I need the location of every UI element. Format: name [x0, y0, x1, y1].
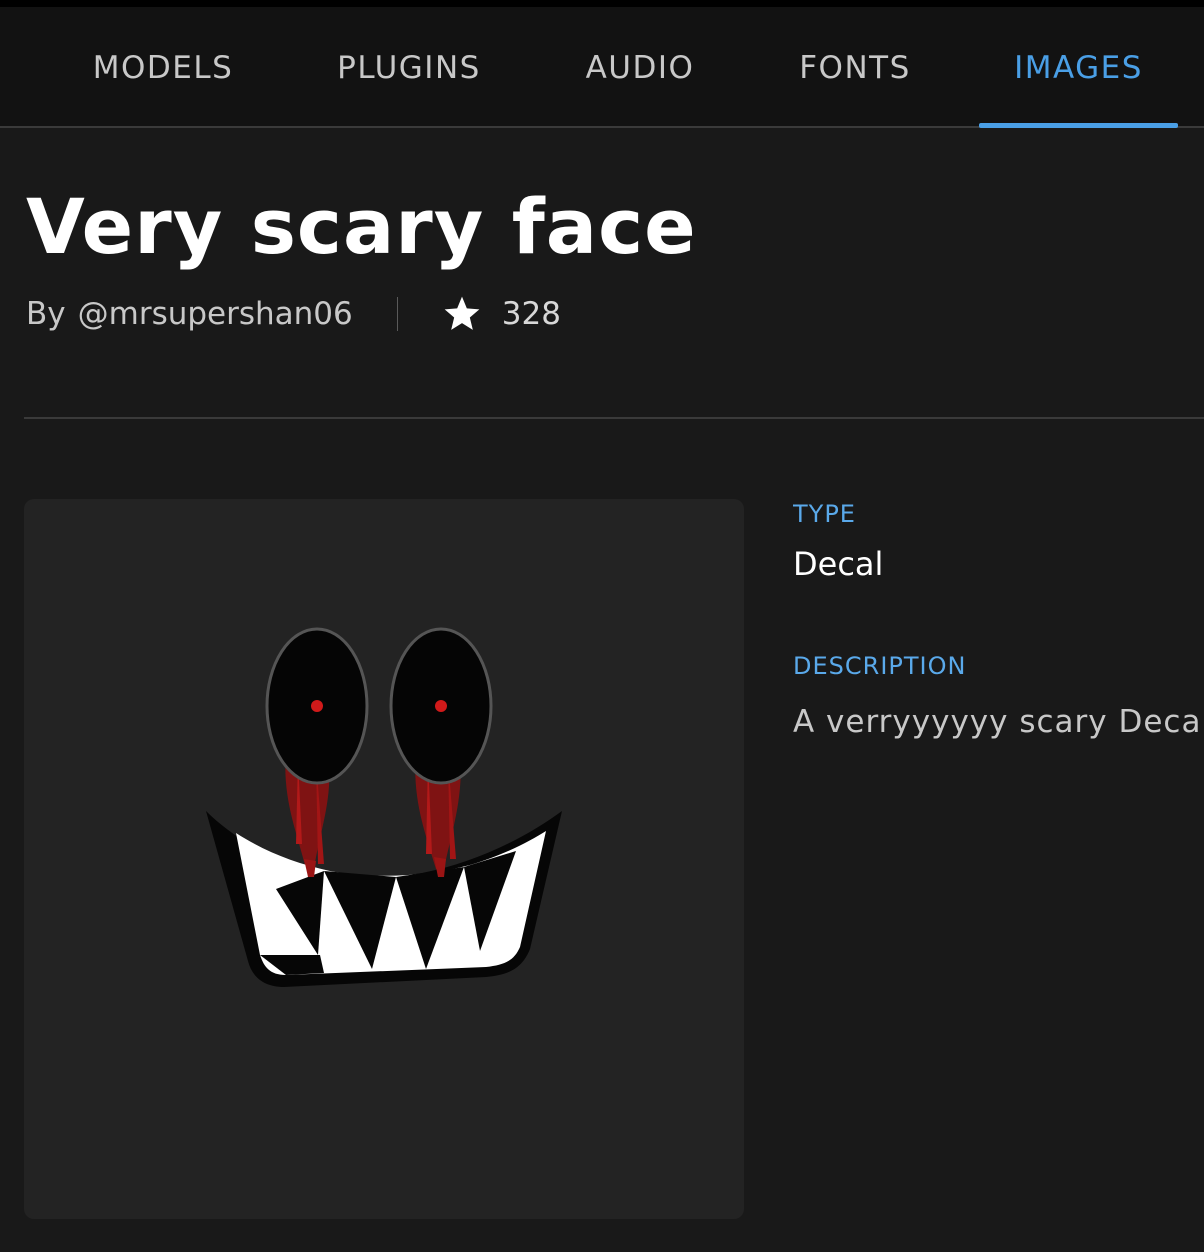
active-tab-indicator — [979, 123, 1178, 128]
header-divider — [24, 417, 1204, 419]
by-label: By — [26, 296, 66, 332]
tab-plugins[interactable]: PLUGINS — [300, 7, 518, 128]
type-label: TYPE — [793, 500, 856, 528]
tab-audio[interactable]: AUDIO — [550, 7, 730, 128]
tab-models[interactable]: MODELS — [48, 7, 278, 128]
tab-fonts[interactable]: FONTS — [762, 7, 948, 128]
tab-images[interactable]: IMAGES — [979, 7, 1178, 128]
asset-title: Very scary face — [26, 182, 697, 271]
asset-meta: By @mrsupershan06 328 — [26, 292, 561, 336]
description-label: DESCRIPTION — [793, 652, 967, 680]
category-nav: MODELS PLUGINS AUDIO FONTS IMAGES — [0, 7, 1204, 128]
type-value: Decal — [793, 545, 884, 583]
scary-face-image — [206, 627, 562, 987]
asset-details: TYPE Decal DESCRIPTION A verryyyyyy scar… — [793, 498, 1204, 744]
description-value: A verryyyyyy scary Deca — [793, 704, 1202, 740]
creator-link[interactable]: @mrsupershan06 — [78, 296, 353, 332]
top-strip — [0, 0, 1204, 7]
asset-preview — [24, 499, 744, 1219]
meta-separator — [396, 297, 398, 331]
rating-count: 328 — [501, 296, 561, 332]
star-icon — [444, 296, 480, 330]
